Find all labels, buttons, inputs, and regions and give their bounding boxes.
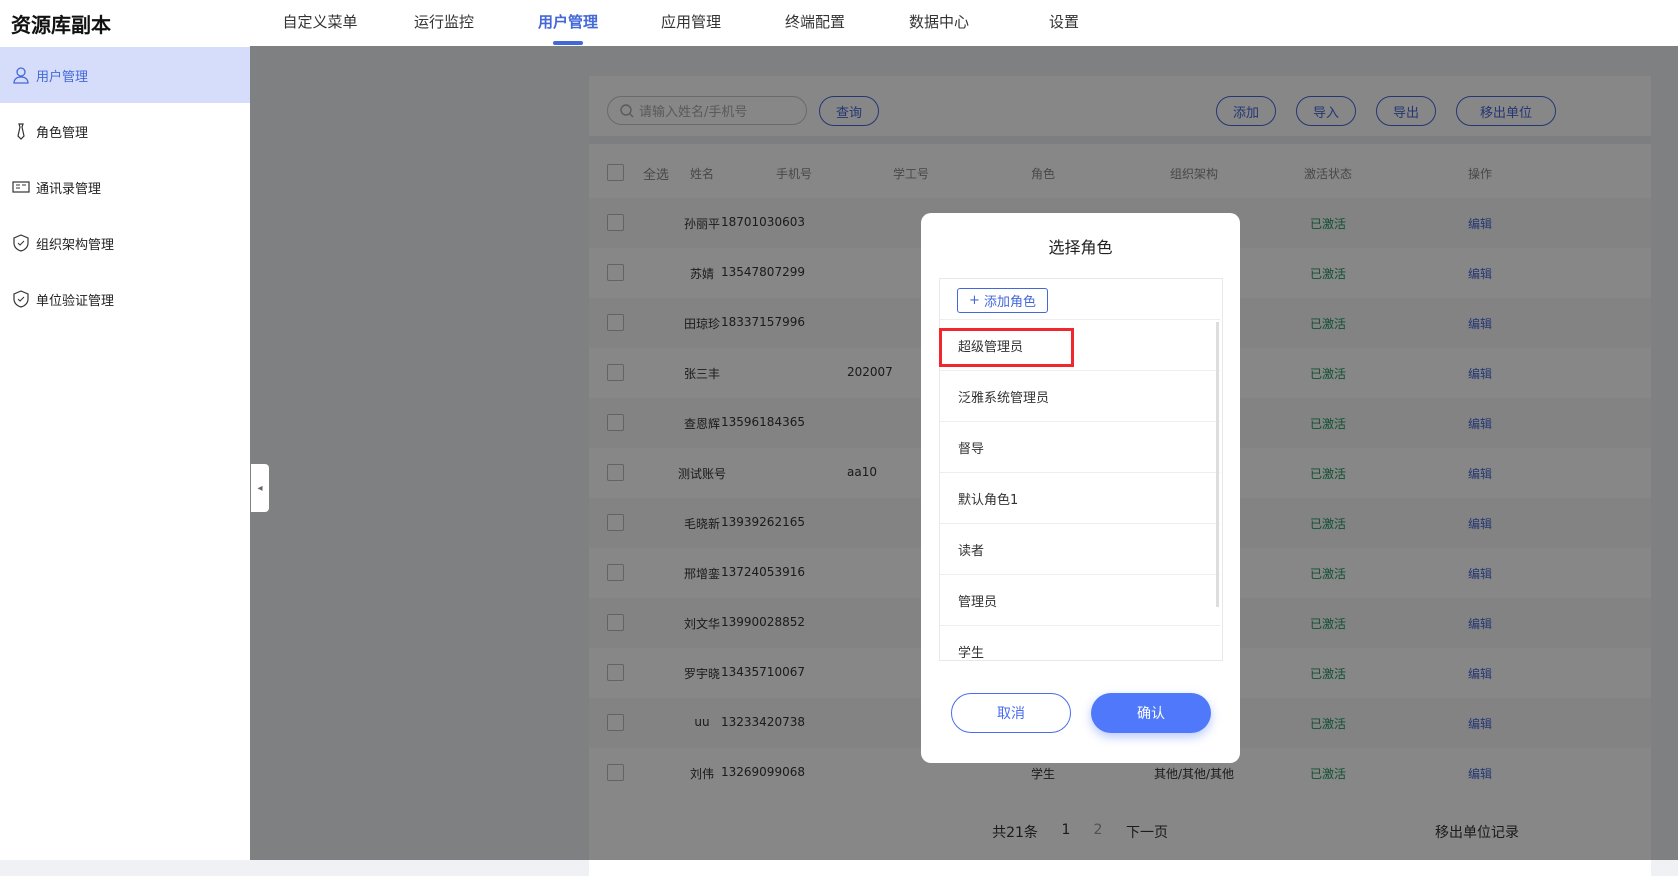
user-icon (13, 67, 29, 84)
nav-terminal-config[interactable]: 终端配置 (785, 11, 845, 32)
role-item[interactable]: 管理员 (940, 574, 1220, 625)
nav-custom-menu[interactable]: 自定义菜单 (282, 11, 357, 32)
role-item[interactable]: 泛雅系统管理员 (940, 370, 1220, 421)
nav-monitoring[interactable]: 运行监控 (414, 11, 474, 32)
nav-app-management[interactable]: 应用管理 (661, 11, 721, 32)
add-role-label: 添加角色 (983, 295, 1036, 310)
dialog-title: 选择角色 (1048, 238, 1113, 257)
add-role-button[interactable]: + 添加角色 (957, 288, 1048, 313)
sidebar-item-label: 用户管理 (36, 69, 89, 85)
sidebar-item-label: 角色管理 (36, 125, 89, 141)
select-role-dialog: 选择角色 + 添加角色 超级管理员 泛雅系统管理员 督导 默认角色1 读者 管理员 学生 取消… (921, 213, 1240, 763)
role-item[interactable]: 默认角色1 (940, 472, 1220, 523)
collapse-icon: ◂ (257, 482, 263, 494)
role-item[interactable]: 督导 (940, 421, 1220, 472)
sidebar-item-label: 组织架构管理 (36, 237, 115, 253)
shield-icon (13, 234, 29, 252)
nav-data-center[interactable]: 数据中心 (909, 11, 969, 32)
nav-settings[interactable]: 设置 (1049, 11, 1079, 32)
role-item[interactable]: 读者 (940, 523, 1220, 574)
confirm-button[interactable]: 确认 (1091, 693, 1211, 733)
sidebar: 用户管理 角色管理 通讯录管理 组织架构管理 单位验证管理 (0, 46, 250, 860)
shield-icon (13, 290, 29, 308)
top-header: 资源库副本 自定义菜单 运行监控 用户管理 应用管理 终端配置 数据中心 设置 (0, 0, 1678, 46)
contact-card-icon (12, 181, 30, 193)
highlight-box (939, 328, 1074, 367)
cancel-button[interactable]: 取消 (951, 693, 1071, 733)
tie-icon (17, 123, 25, 140)
sidebar-item-label: 通讯录管理 (36, 181, 102, 197)
sidebar-item-contacts[interactable]: 通讯录管理 (0, 159, 250, 215)
app-title: 资源库副本 (11, 13, 111, 37)
scrollbar[interactable] (1216, 322, 1219, 607)
plus-icon: + (969, 293, 980, 308)
nav-user-management[interactable]: 用户管理 (538, 11, 598, 32)
sidebar-item-org-management[interactable]: 组织架构管理 (0, 215, 250, 271)
sidebar-item-role-management[interactable]: 角色管理 (0, 103, 250, 159)
collapse-sidebar-button[interactable]: ◂ (251, 464, 269, 512)
sidebar-item-label: 单位验证管理 (36, 293, 115, 309)
role-item[interactable]: 学生 (940, 625, 1220, 660)
sidebar-item-unit-verification[interactable]: 单位验证管理 (0, 271, 250, 327)
sidebar-item-user-management[interactable]: 用户管理 (0, 47, 250, 103)
active-nav-indicator (553, 41, 583, 45)
